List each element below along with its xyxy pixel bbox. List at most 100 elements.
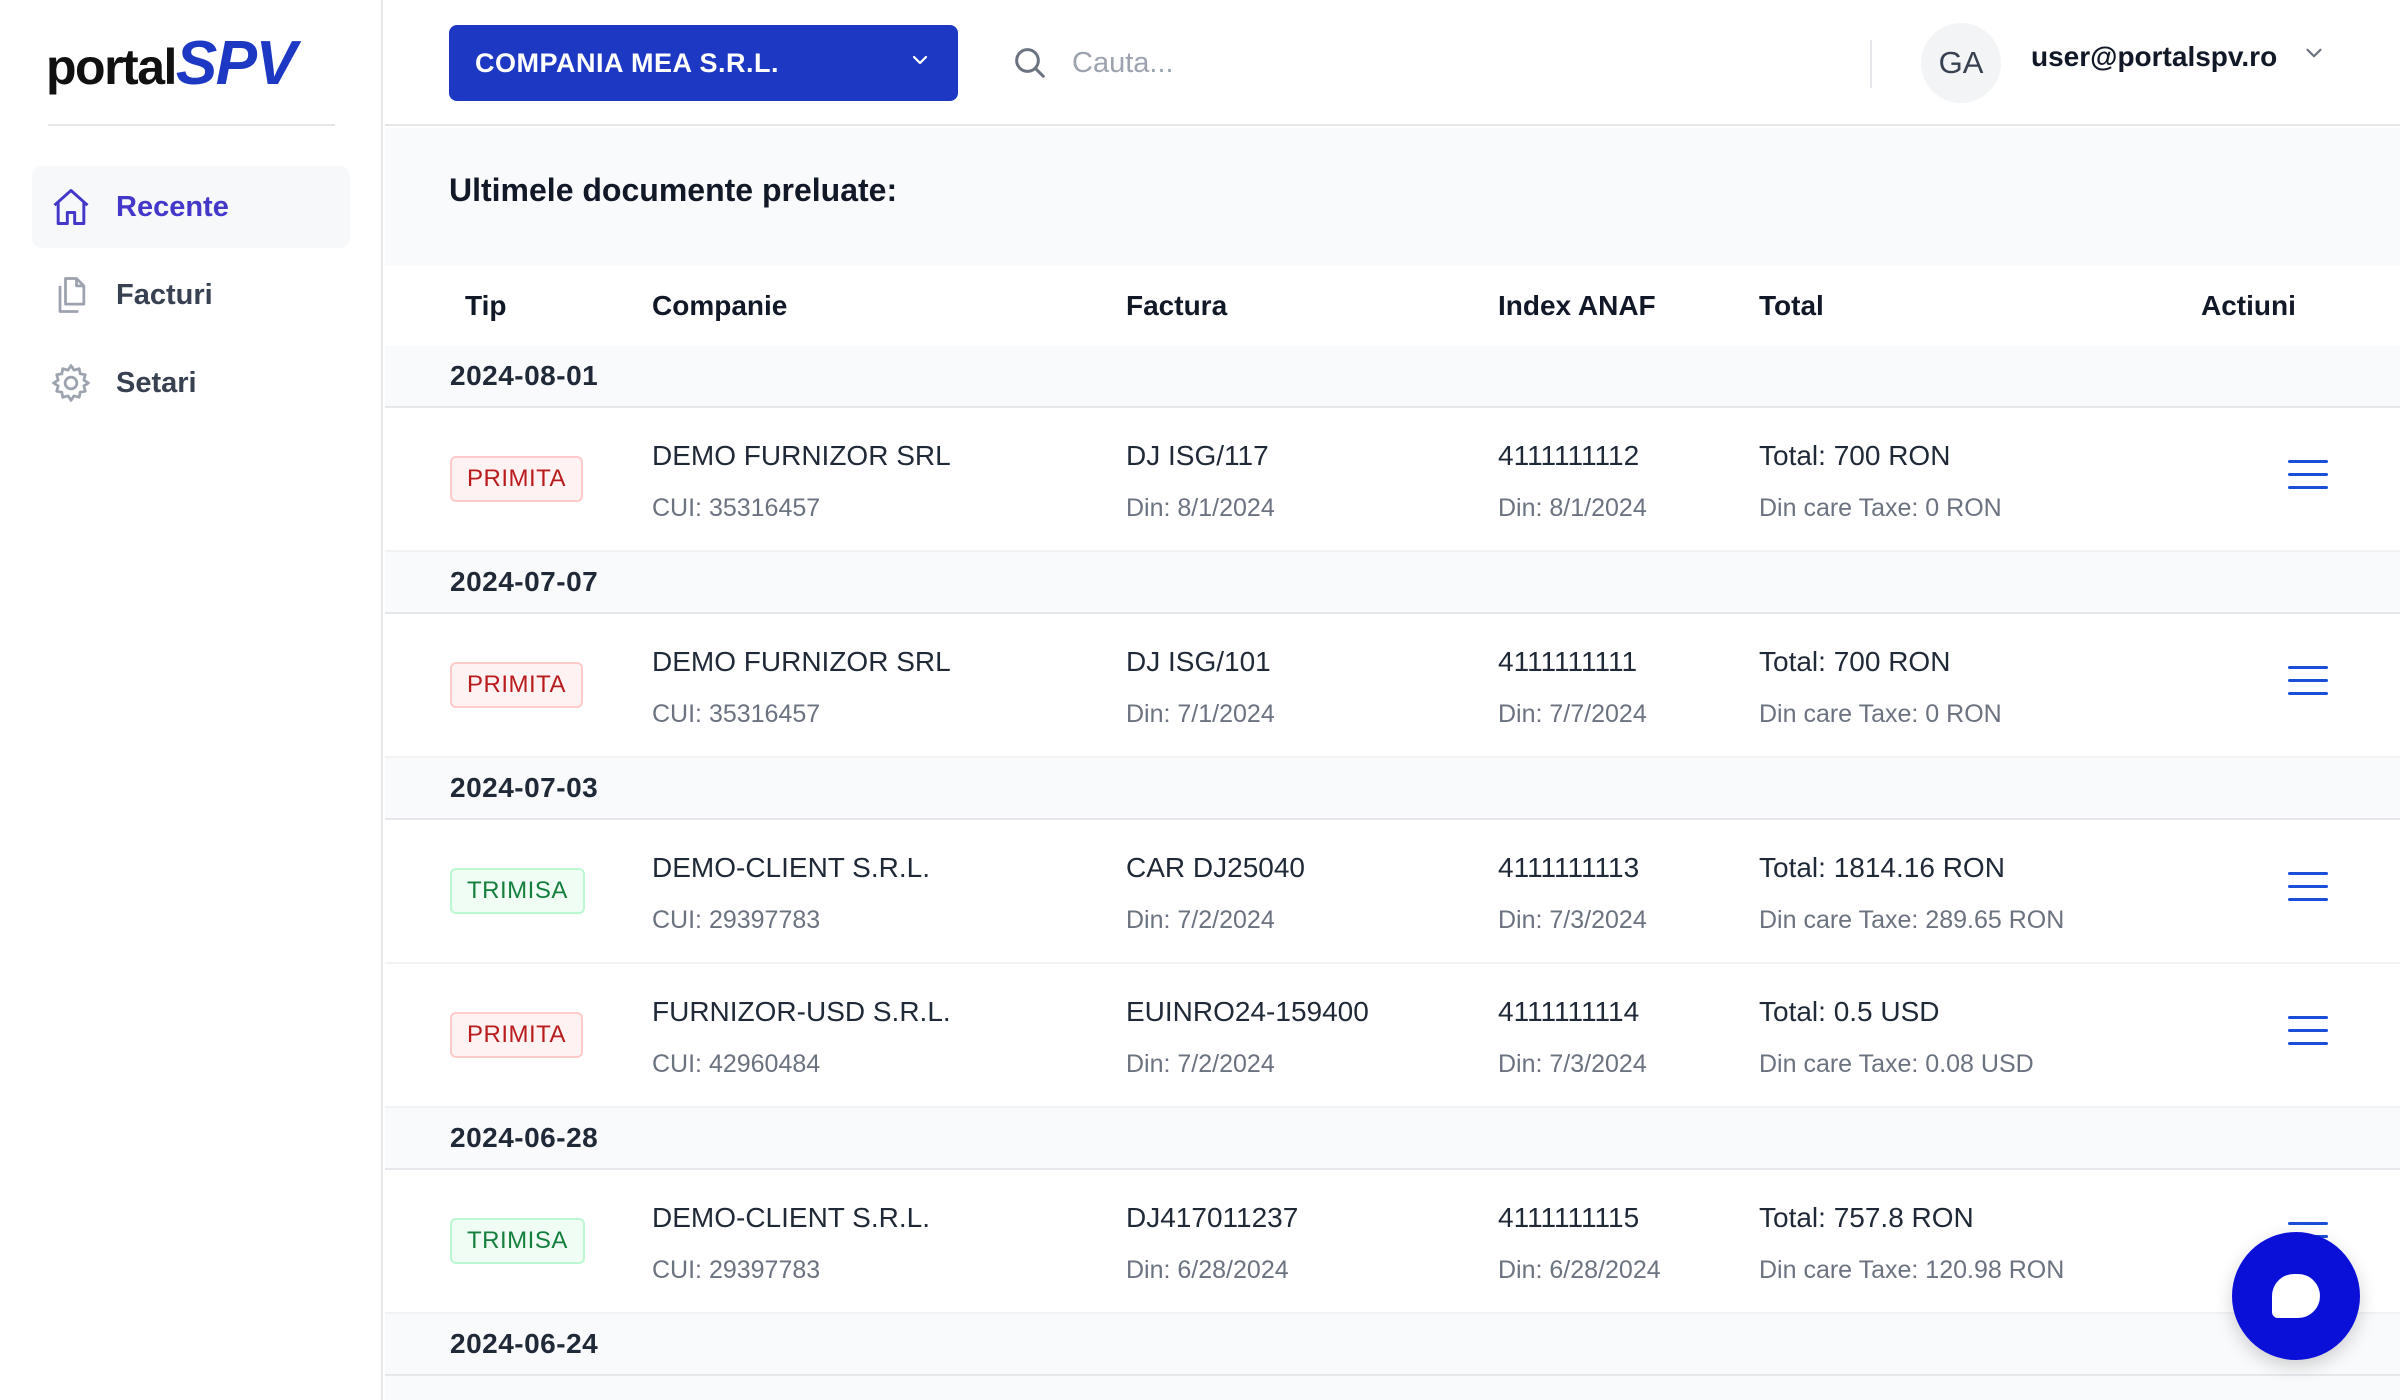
main-content: Ultimele documente preluate: Tip Compani… xyxy=(385,128,2400,1400)
date-group-header: 2024-07-07 xyxy=(385,552,2400,614)
status-badge: PRIMITA xyxy=(450,456,584,502)
group-date: 2024-06-24 xyxy=(450,1328,599,1359)
sidebar-nav: Recente Facturi Setari xyxy=(32,166,350,430)
company-cui: CUI: 35316457 xyxy=(652,494,821,522)
chevron-down-icon xyxy=(2301,40,2327,73)
tax-amount: Din care Taxe: 0 RON xyxy=(1759,494,2002,522)
table-row[interactable]: PRIMITA FURNIZOR-USD S.R.L. CUI: 4296048… xyxy=(385,964,2400,1108)
column-header-index-anaf: Index ANAF xyxy=(1498,290,1656,321)
anaf-index: 4111111113 xyxy=(1498,852,1640,883)
anaf-index: 4111111111 xyxy=(1498,646,1638,677)
total-amount: Total: 757.8 RON xyxy=(1759,1202,1974,1233)
search-icon xyxy=(1010,43,1050,83)
tax-amount: Din care Taxe: 0.08 USD xyxy=(1759,1050,2034,1078)
date-group-header: 2024-07-03 xyxy=(385,758,2400,820)
company-cui: CUI: 29397783 xyxy=(652,906,821,934)
sidebar-item-facturi[interactable]: Facturi xyxy=(32,254,350,336)
page-title: Ultimele documente preluate: xyxy=(449,172,898,208)
user-menu[interactable]: user@portalspv.ro xyxy=(2031,40,2327,73)
total-amount: Total: 700 RON xyxy=(1759,440,1951,471)
company-select[interactable]: COMPANIA MEA S.R.L. xyxy=(449,25,958,101)
invoice-date: Din: 6/28/2024 xyxy=(1126,1256,1289,1284)
total-amount: Total: 1814.16 RON xyxy=(1759,852,2005,883)
anaf-index-date: Din: 7/3/2024 xyxy=(1498,1050,1647,1078)
row-actions-menu-icon[interactable] xyxy=(2288,1016,2328,1050)
company-name: DEMO-CLIENT S.R.L. xyxy=(652,1202,930,1233)
logo-divider xyxy=(48,124,335,126)
invoice-number: DJ417011237 xyxy=(1126,1202,1299,1233)
sidebar-item-setari[interactable]: Setari xyxy=(32,342,350,424)
company-name: DEMO-CLIENT S.R.L. xyxy=(652,852,930,883)
tax-amount: Din care Taxe: 289.65 RON xyxy=(1759,906,2065,934)
search-input[interactable] xyxy=(1072,46,1772,80)
chat-launcher-button[interactable] xyxy=(2232,1232,2360,1360)
gear-icon xyxy=(48,360,94,406)
topbar-divider xyxy=(1870,40,1872,88)
topbar: COMPANIA MEA S.R.L. GA user@portalspv.ro xyxy=(385,0,2400,126)
group-date: 2024-06-28 xyxy=(450,1122,599,1153)
invoice-date: Din: 8/1/2024 xyxy=(1126,494,1275,522)
company-name: FURNIZOR-USD S.R.L. xyxy=(652,996,951,1027)
company-select-label: COMPANIA MEA S.R.L. xyxy=(475,47,779,78)
invoice-date: Din: 7/2/2024 xyxy=(1126,1050,1275,1078)
row-actions-menu-icon[interactable] xyxy=(2288,460,2328,494)
invoice-number: DJ ISG/117 xyxy=(1126,440,1269,471)
logo[interactable]: portal SPV xyxy=(46,28,297,98)
total-amount: Total: 0.5 USD xyxy=(1759,996,1940,1027)
column-header-factura: Factura xyxy=(1126,290,1228,321)
status-badge: PRIMITA xyxy=(450,662,584,708)
table-row[interactable]: PRIMITA DEMO FURNIZOR SRL CUI: 35316457 … xyxy=(385,614,2400,758)
invoice-date: Din: 7/1/2024 xyxy=(1126,700,1275,728)
search-bar xyxy=(1010,25,1910,101)
date-group-header: 2024-06-28 xyxy=(385,1108,2400,1170)
sidebar-item-label: Setari xyxy=(116,366,197,399)
invoice-number: CAR DJ25040 xyxy=(1126,852,1305,883)
logo-text-spv: SPV xyxy=(175,29,297,98)
table-row[interactable]: TRIMISA DEMO-CLIENT S.R.L. CUI: 29397783… xyxy=(385,1170,2400,1314)
invoice-number: DJ ISG/101 xyxy=(1126,646,1271,677)
row-actions-menu-icon[interactable] xyxy=(2288,666,2328,700)
row-actions-menu-icon[interactable] xyxy=(2288,872,2328,906)
column-header-tip: Tip xyxy=(465,290,507,321)
anaf-index-date: Din: 7/7/2024 xyxy=(1498,700,1647,728)
invoice-date: Din: 7/2/2024 xyxy=(1126,906,1275,934)
company-name: DEMO FURNIZOR SRL xyxy=(652,440,951,471)
table-row[interactable]: PRIMITA DEMO FURNIZOR SRL CUI: 35316457 … xyxy=(385,408,2400,552)
table-row[interactable]: TRIMISA DEMO-CLIENT S.R.L. CUI: 29397783… xyxy=(385,820,2400,964)
date-group-header: 2024-08-01 xyxy=(385,346,2400,408)
logo-text-portal: portal xyxy=(46,39,177,95)
documents-table: Tip Companie Factura Index ANAF Total Ac… xyxy=(385,266,2400,1376)
column-header-actiuni: Actiuni xyxy=(2201,290,2296,321)
user-email: user@portalspv.ro xyxy=(2031,40,2278,72)
group-date: 2024-08-01 xyxy=(450,360,599,391)
group-date: 2024-07-03 xyxy=(450,772,599,803)
avatar[interactable]: GA xyxy=(1921,23,2001,103)
chat-bubble-icon xyxy=(2272,1274,2320,1318)
sidebar: portal SPV Recente Facturi Setari xyxy=(0,0,383,1400)
home-icon xyxy=(48,184,94,230)
total-amount: Total: 700 RON xyxy=(1759,646,1951,677)
status-badge: PRIMITA xyxy=(450,1012,584,1058)
column-header-companie: Companie xyxy=(652,290,788,321)
anaf-index: 4111111112 xyxy=(1498,440,1640,471)
anaf-index-date: Din: 7/3/2024 xyxy=(1498,906,1647,934)
anaf-index: 4111111114 xyxy=(1498,996,1640,1027)
company-cui: CUI: 29397783 xyxy=(652,1256,821,1284)
tax-amount: Din care Taxe: 0 RON xyxy=(1759,700,2002,728)
sidebar-item-label: Recente xyxy=(116,190,229,223)
date-group-header: 2024-06-24 xyxy=(385,1314,2400,1376)
tax-amount: Din care Taxe: 120.98 RON xyxy=(1759,1256,2065,1284)
column-header-total: Total xyxy=(1759,290,1824,321)
group-date: 2024-07-07 xyxy=(450,566,599,597)
status-badge: TRIMISA xyxy=(450,1218,585,1264)
sidebar-item-label: Facturi xyxy=(116,278,213,311)
sidebar-item-recente[interactable]: Recente xyxy=(32,166,350,248)
status-badge: TRIMISA xyxy=(450,868,585,914)
table-header: Tip Companie Factura Index ANAF Total Ac… xyxy=(385,266,2400,346)
invoice-number: EUINRO24-159400 xyxy=(1126,996,1369,1027)
company-name: DEMO FURNIZOR SRL xyxy=(652,646,951,677)
company-cui: CUI: 42960484 xyxy=(652,1050,821,1078)
anaf-index: 4111111115 xyxy=(1498,1202,1640,1233)
anaf-index-date: Din: 8/1/2024 xyxy=(1498,494,1647,522)
chevron-down-icon xyxy=(908,48,932,79)
